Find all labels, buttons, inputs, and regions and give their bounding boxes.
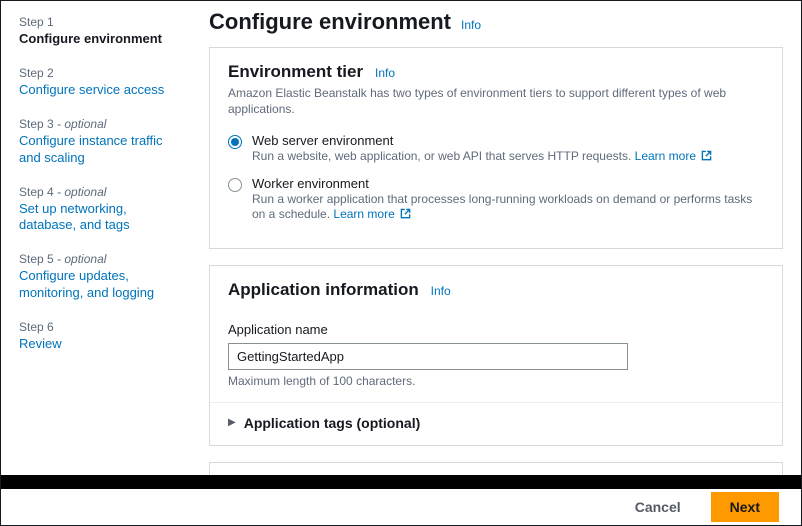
wizard-footer: Cancel Next	[1, 489, 801, 525]
step-5[interactable]: Step 5 - optional Configure updates, mon…	[19, 252, 187, 302]
page-title-row: Configure environment Info	[209, 9, 783, 35]
application-name-helper: Maximum length of 100 characters.	[228, 374, 764, 388]
environment-tier-heading: Environment tier	[228, 62, 363, 81]
environment-tier-panel: Environment tier Info Amazon Elastic Bea…	[209, 47, 783, 249]
step-number: Step 6	[19, 320, 187, 334]
step-3[interactable]: Step 3 - optional Configure instance tra…	[19, 117, 187, 167]
radio-unselected-icon[interactable]	[228, 178, 242, 192]
step-title: Configure service access	[19, 82, 187, 99]
wizard-frame: Step 1 Configure environment Step 2 Conf…	[0, 0, 802, 526]
application-tags-expander[interactable]: ▶ Application tags (optional)	[210, 402, 782, 445]
tier-option-web-server[interactable]: Web server environment Run a website, we…	[228, 133, 764, 166]
application-info-link[interactable]: Info	[431, 284, 451, 298]
step-4[interactable]: Step 4 - optional Set up networking, dat…	[19, 185, 187, 235]
external-link-icon	[400, 208, 411, 224]
tier-option-worker[interactable]: Worker environment Run a worker applicat…	[228, 176, 764, 224]
page-title: Configure environment	[209, 9, 451, 35]
application-name-label: Application name	[228, 322, 764, 337]
environment-tier-description: Amazon Elastic Beanstalk has two types o…	[228, 86, 764, 117]
application-information-heading: Application information	[228, 280, 419, 299]
application-information-panel: Application information Info Application…	[209, 265, 783, 446]
step-number: Step 2	[19, 66, 187, 80]
page-info-link[interactable]: Info	[461, 18, 481, 32]
step-title: Configure updates, monitoring, and loggi…	[19, 268, 187, 302]
step-6[interactable]: Step 6 Review	[19, 320, 187, 353]
step-title: Configure instance traffic and scaling	[19, 133, 187, 167]
step-number: Step 1	[19, 15, 187, 29]
step-title: Set up networking, database, and tags	[19, 201, 187, 235]
tier-option-title: Web server environment	[252, 133, 764, 148]
application-tags-label: Application tags (optional)	[244, 415, 421, 431]
radio-selected-icon[interactable]	[228, 135, 242, 149]
step-2[interactable]: Step 2 Configure service access	[19, 66, 187, 99]
step-number: Step 5 - optional	[19, 252, 187, 266]
external-link-icon	[701, 150, 712, 166]
next-button[interactable]: Next	[711, 492, 779, 522]
tier-option-title: Worker environment	[252, 176, 764, 191]
main-content: Configure environment Info Environment t…	[199, 1, 801, 475]
step-title: Review	[19, 336, 187, 353]
wizard-steps-sidebar: Step 1 Configure environment Step 2 Conf…	[1, 1, 199, 475]
content-area: Step 1 Configure environment Step 2 Conf…	[1, 1, 801, 475]
tier-option-desc: Run a worker application that processes …	[252, 192, 764, 224]
application-name-input[interactable]	[228, 343, 628, 370]
cancel-button[interactable]: Cancel	[617, 493, 699, 521]
step-number: Step 3 - optional	[19, 117, 187, 131]
environment-information-panel: Environment information Info Choose the …	[209, 462, 783, 475]
learn-more-link[interactable]: Learn more	[635, 149, 713, 163]
caret-right-icon: ▶	[228, 417, 236, 428]
learn-more-link[interactable]: Learn more	[333, 207, 411, 221]
step-title: Configure environment	[19, 31, 187, 48]
step-1[interactable]: Step 1 Configure environment	[19, 15, 187, 48]
step-number: Step 4 - optional	[19, 185, 187, 199]
separator-bar	[1, 475, 801, 489]
tier-option-desc: Run a website, web application, or web A…	[252, 149, 764, 166]
environment-tier-info-link[interactable]: Info	[375, 66, 395, 80]
